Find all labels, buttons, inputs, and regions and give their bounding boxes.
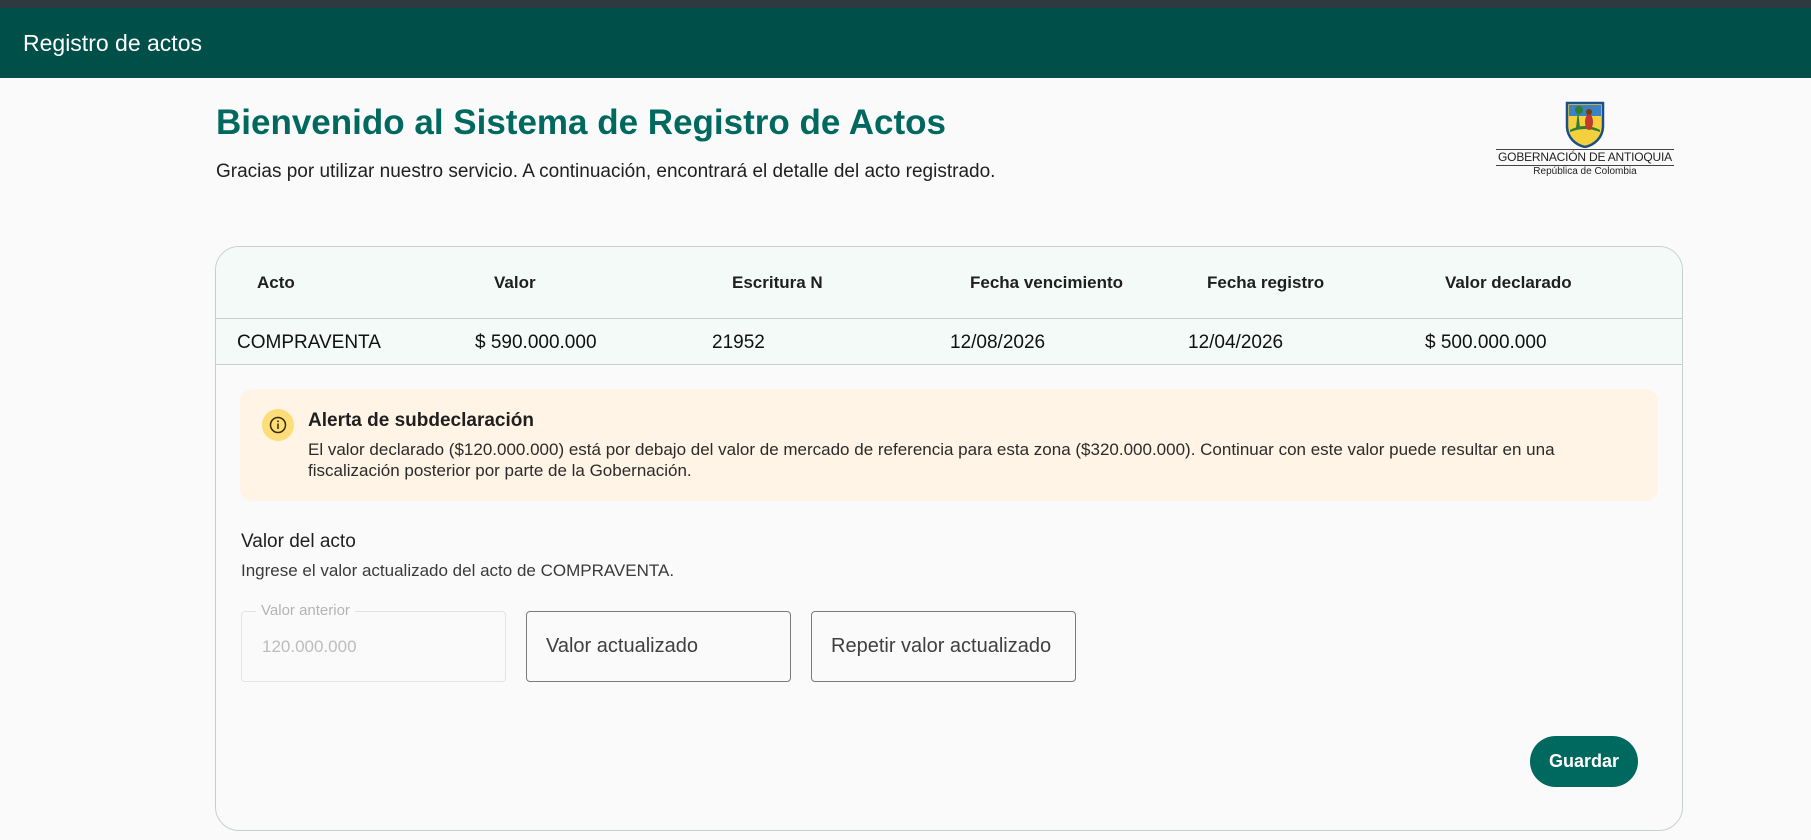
- table-header: Acto Valor Escritura N Fecha vencimiento…: [216, 247, 1682, 319]
- cell-fecha-vencimiento: 12/08/2026: [950, 332, 1046, 353]
- cell-escritura: 21952: [712, 332, 765, 353]
- logo-country: República de Colombia: [1533, 166, 1637, 177]
- updated-value-input[interactable]: [527, 612, 790, 681]
- previous-value: 120.000.000: [262, 637, 357, 656]
- coat-of-arms-icon: [1565, 101, 1605, 148]
- repeat-value-input[interactable]: [812, 612, 1075, 681]
- page-subtitle: Gracias por utilizar nuestro servicio. A…: [216, 161, 996, 182]
- previous-value-field: Valor anterior 120.000.000: [241, 602, 506, 682]
- alert-title: Alerta de subdeclaración: [308, 410, 534, 431]
- updated-value-field[interactable]: [526, 611, 791, 682]
- logo-name: GOBERNACIÓN DE ANTIOQUIA: [1496, 149, 1674, 166]
- gobernacion-logo: GOBERNACIÓN DE ANTIOQUIA República de Co…: [1492, 100, 1678, 186]
- underdeclaration-alert: Alerta de subdeclaración El valor declar…: [240, 389, 1658, 501]
- column-header-acto: Acto: [257, 273, 295, 292]
- cell-fecha-registro: 12/04/2026: [1188, 332, 1284, 353]
- repeat-value-field[interactable]: [811, 611, 1076, 682]
- browser-top-strip: [0, 0, 1811, 8]
- page-title: Bienvenido al Sistema de Registro de Act…: [216, 103, 947, 142]
- info-icon: [262, 409, 294, 441]
- column-header-fecha-registro: Fecha registro: [1207, 273, 1325, 292]
- save-button[interactable]: Guardar: [1530, 736, 1638, 787]
- cell-valor: $ 590.000.000: [475, 332, 597, 353]
- app-bar-title: Registro de actos: [23, 29, 202, 56]
- form-section-description: Ingrese el valor actualizado del acto de…: [241, 561, 675, 580]
- column-header-valor: Valor: [494, 273, 536, 292]
- alert-message: El valor declarado ($120.000.000) está p…: [308, 440, 1555, 480]
- act-detail-card: Acto Valor Escritura N Fecha vencimiento…: [215, 246, 1683, 831]
- column-header-fecha-vencimiento: Fecha vencimiento: [970, 273, 1124, 292]
- table-row: COMPRAVENTA $ 590.000.000 21952 12/08/20…: [216, 319, 1682, 365]
- form-section-title: Valor del acto: [241, 531, 356, 552]
- column-header-valor-declarado: Valor declarado: [1445, 273, 1572, 292]
- previous-value-label: Valor anterior: [256, 602, 355, 619]
- column-header-escritura: Escritura N: [732, 273, 823, 292]
- cell-valor-declarado: $ 500.000.000: [1425, 332, 1547, 353]
- cell-acto: COMPRAVENTA: [237, 332, 381, 353]
- app-bar: Registro de actos: [0, 8, 1811, 78]
